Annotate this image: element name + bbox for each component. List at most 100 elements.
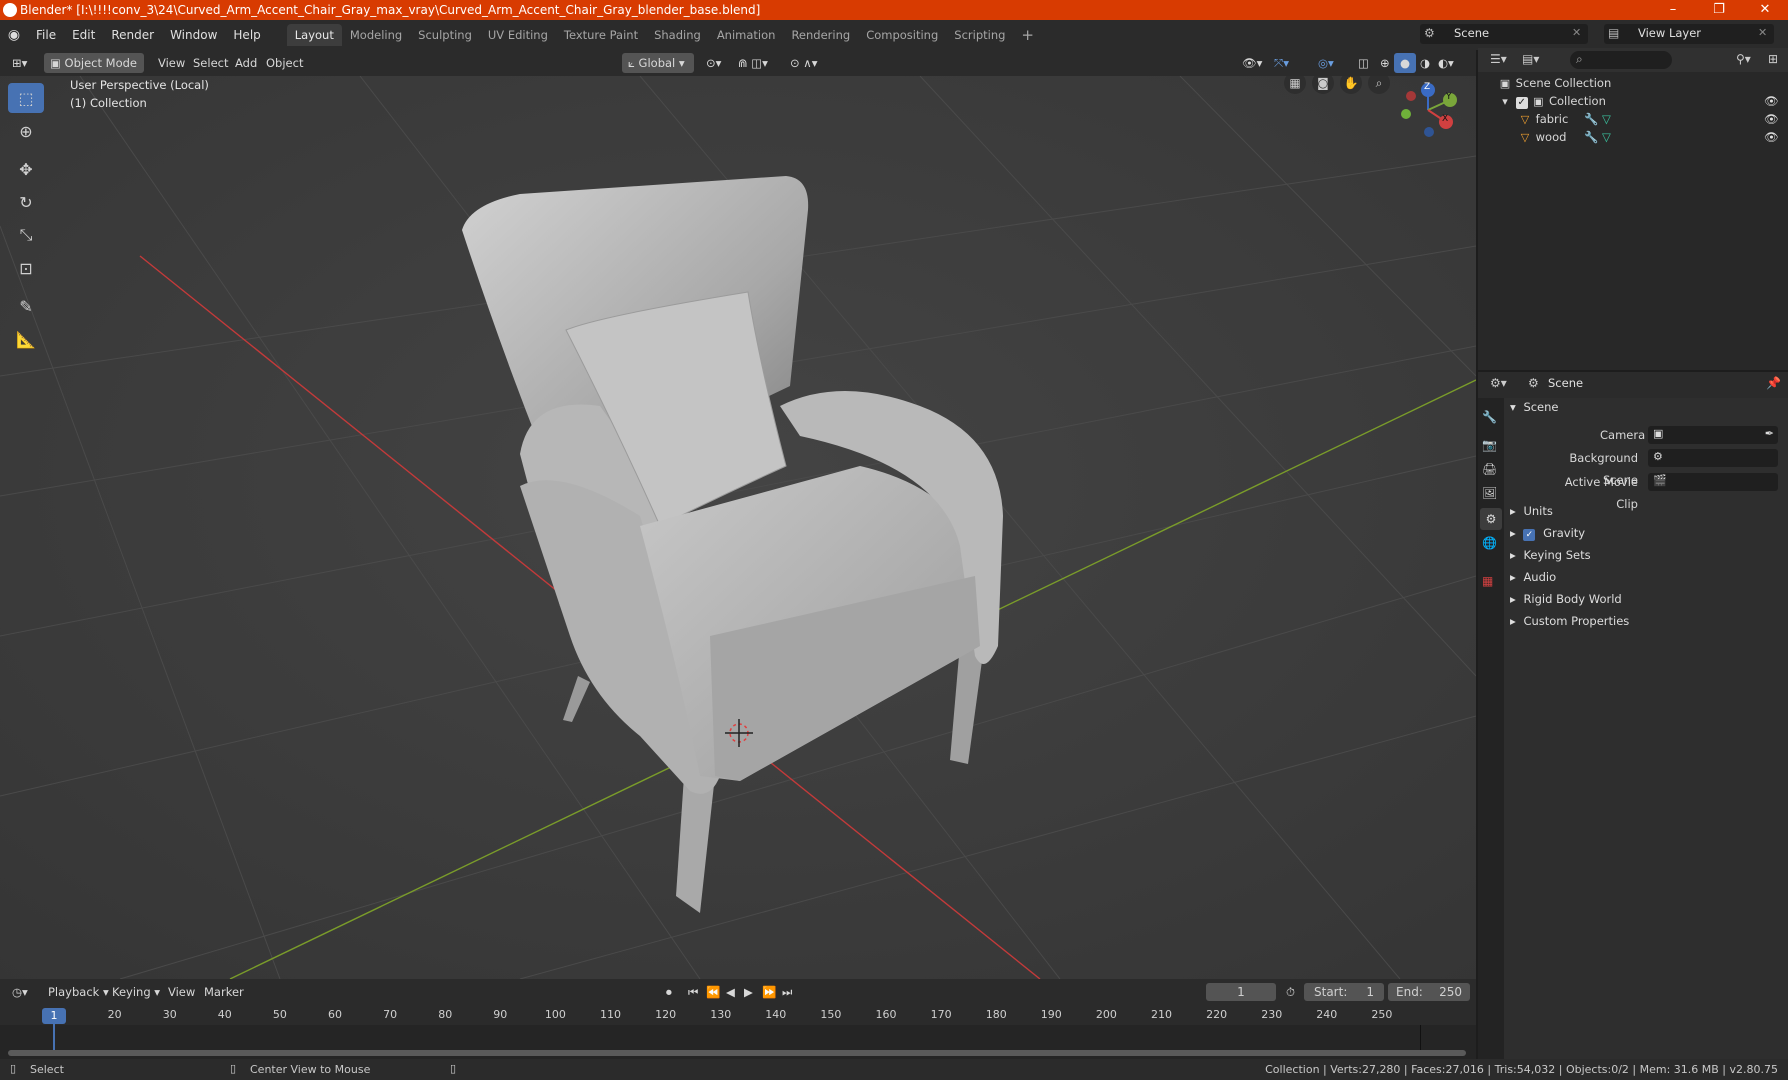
expand-arrow-icon[interactable]: ▾ — [1498, 95, 1512, 109]
editor-type-icon[interactable]: ⊞▾ — [6, 53, 33, 73]
add-workspace-button[interactable]: + — [1013, 24, 1042, 46]
pivot-icon[interactable]: ⊙▾ — [700, 53, 727, 73]
move-tool-icon[interactable]: ✥ — [8, 154, 44, 184]
gravity-panel-header[interactable]: ▸ ✓ Gravity — [1506, 522, 1782, 544]
output-tab-icon[interactable]: 🖨 — [1482, 462, 1497, 476]
wireframe-shading-icon[interactable]: ⊕ — [1374, 53, 1396, 73]
tool-tab-icon[interactable]: 🔧 — [1482, 410, 1497, 424]
active-movie-clip-field[interactable]: 🎬 — [1648, 473, 1778, 491]
display-mode-icon[interactable]: ▤▾ — [1522, 52, 1539, 66]
menu-object[interactable]: Object — [260, 53, 309, 73]
gizmo-toggle-icon[interactable]: ⤧▾ — [1268, 53, 1295, 73]
select-box-tool-icon[interactable]: ⬚ — [8, 83, 44, 113]
scene-tab-icon[interactable]: ⚙ — [1480, 508, 1502, 530]
timeline-editor-type-icon[interactable]: ◷▾ — [6, 982, 34, 1002]
menu-view[interactable]: View — [152, 53, 191, 73]
preview-range-icon[interactable]: ⏱ — [1280, 982, 1301, 1002]
xray-icon[interactable]: ◫ — [1352, 53, 1375, 73]
tab-animation[interactable]: Animation — [709, 24, 784, 46]
eye-icon[interactable]: 👁 — [1764, 126, 1779, 148]
jump-end-button[interactable]: ⏭ — [776, 982, 798, 1002]
outliner-search-input[interactable]: ⌕ — [1570, 51, 1672, 69]
maximize-button[interactable]: ❐ — [1696, 0, 1742, 20]
rendered-shading-icon[interactable]: ◐▾ — [1432, 53, 1460, 73]
menu-file[interactable]: File — [28, 24, 64, 46]
gravity-checkbox[interactable]: ✓ — [1523, 529, 1536, 541]
collection-icon: ▣ — [1533, 95, 1544, 108]
view-layer-tab-icon[interactable]: 🖼 — [1482, 486, 1497, 500]
end-frame-field[interactable]: End: 250 — [1388, 983, 1470, 1001]
blender-menu-icon[interactable]: ◉ — [0, 27, 28, 43]
measure-tool-icon[interactable]: 📐 — [8, 324, 44, 354]
snap-icon[interactable]: ⋒ ◫▾ — [732, 53, 774, 73]
menu-select[interactable]: Select — [187, 53, 234, 73]
playback-menu[interactable]: Playback ▾ — [42, 982, 115, 1002]
menu-render[interactable]: Render — [103, 24, 162, 46]
solid-shading-icon[interactable]: ● — [1394, 53, 1417, 73]
tab-scripting[interactable]: Scripting — [946, 24, 1013, 46]
marker-menu[interactable]: Marker — [198, 982, 250, 1002]
tab-texture-paint[interactable]: Texture Paint — [556, 24, 646, 46]
minimize-button[interactable]: – — [1650, 0, 1696, 20]
proportional-edit-icon[interactable]: ⊙ ∧▾ — [784, 53, 823, 73]
properties-editor-type-icon[interactable]: ⚙▾ — [1490, 376, 1507, 390]
tab-sculpting[interactable]: Sculpting — [410, 24, 480, 46]
scene-selector[interactable]: ⚙ Scene ✕ — [1420, 24, 1588, 44]
menu-window[interactable]: Window — [162, 24, 225, 46]
tab-shading[interactable]: Shading — [646, 24, 709, 46]
timeline-view-menu[interactable]: View — [162, 982, 201, 1002]
overlay-toggle-icon[interactable]: ◎▾ — [1312, 53, 1340, 73]
pin-icon[interactable]: 📌 — [1766, 376, 1781, 390]
status-stats: Collection | Verts:27,280 | Faces:27,016… — [1265, 1063, 1778, 1076]
frame-ruler[interactable]: 1020304050607080901001101201301401501601… — [0, 1005, 1476, 1025]
world-tab-icon[interactable]: 🌐 — [1482, 536, 1497, 550]
navigation-gizmo[interactable]: Z Y X — [1396, 76, 1466, 146]
modifier-wrench-icon[interactable]: 🔧 — [1584, 126, 1598, 148]
menu-edit[interactable]: Edit — [64, 24, 103, 46]
annotate-tool-icon[interactable]: ✎ — [8, 291, 44, 321]
mouse-left-icon: ▯ — [10, 1062, 17, 1075]
render-tab-icon[interactable]: 📷 — [1482, 438, 1497, 452]
keying-sets-panel-header[interactable]: ▸ Keying Sets — [1506, 544, 1782, 566]
current-frame-field[interactable]: 1 — [1206, 983, 1276, 1001]
record-button[interactable]: ⏺ — [660, 982, 678, 1002]
close-icon[interactable]: ✕ — [1572, 26, 1581, 39]
object-mode-dropdown[interactable]: ▣ Object Mode ▾ — [44, 53, 144, 90]
texture-tab-icon[interactable]: ▦ — [1482, 574, 1493, 588]
transform-tool-icon[interactable]: ⊡ — [8, 253, 44, 283]
cursor-tool-icon[interactable]: ⊕ — [8, 116, 44, 146]
camera-field[interactable]: ▣ ✒ — [1648, 426, 1778, 444]
scene-panel-header[interactable]: ▾ Scene — [1506, 396, 1782, 418]
rotate-tool-icon[interactable]: ↻ — [8, 187, 44, 217]
close-button[interactable]: ✕ — [1742, 0, 1788, 20]
background-scene-field[interactable]: ⚙ — [1648, 449, 1778, 467]
units-panel-header[interactable]: ▸ Units — [1506, 500, 1782, 522]
visibility-icon[interactable]: 👁▾ — [1236, 53, 1268, 73]
start-frame-field[interactable]: Start: 1 — [1304, 983, 1384, 1001]
timeline-scrollbar[interactable] — [8, 1050, 1466, 1056]
tab-modeling[interactable]: Modeling — [342, 24, 410, 46]
new-collection-icon[interactable]: ⊞ — [1768, 52, 1778, 66]
scale-tool-icon[interactable]: ⤡ — [8, 220, 44, 250]
menu-help[interactable]: Help — [225, 24, 268, 46]
custom-properties-panel-header[interactable]: ▸ Custom Properties — [1506, 610, 1782, 632]
timeline-area[interactable]: 1020304050607080901001101201301401501601… — [0, 1005, 1476, 1059]
keying-menu[interactable]: Keying ▾ — [106, 982, 166, 1002]
3d-viewport[interactable]: User Perspective (Local) (1) Collection … — [0, 76, 1476, 979]
close-icon[interactable]: ✕ — [1758, 26, 1767, 39]
eyedropper-icon[interactable]: ✒ — [1765, 427, 1774, 440]
view-layer-selector[interactable]: ▤ View Layer ✕ — [1604, 24, 1774, 44]
transform-orientation-dropdown[interactable]: ⟀ Global ▾ — [622, 53, 694, 73]
mesh-data-icon[interactable]: ▽ — [1602, 126, 1611, 148]
outliner-object-wood[interactable]: ▽ wood 🔧 ▽ 👁 — [1518, 126, 1779, 148]
outliner-editor-type-icon[interactable]: ☰▾ — [1490, 52, 1507, 66]
filter-icon[interactable]: ⚲▾ — [1736, 52, 1751, 66]
audio-panel-header[interactable]: ▸ Audio — [1506, 566, 1782, 588]
rigid-body-world-panel-header[interactable]: ▸ Rigid Body World — [1506, 588, 1782, 610]
playhead[interactable]: 1 — [42, 1008, 66, 1024]
tab-layout[interactable]: Layout — [286, 24, 342, 46]
tab-rendering[interactable]: Rendering — [783, 24, 858, 46]
tab-uv-editing[interactable]: UV Editing — [480, 24, 556, 46]
tab-compositing[interactable]: Compositing — [858, 24, 946, 46]
menu-add[interactable]: Add — [229, 53, 263, 73]
